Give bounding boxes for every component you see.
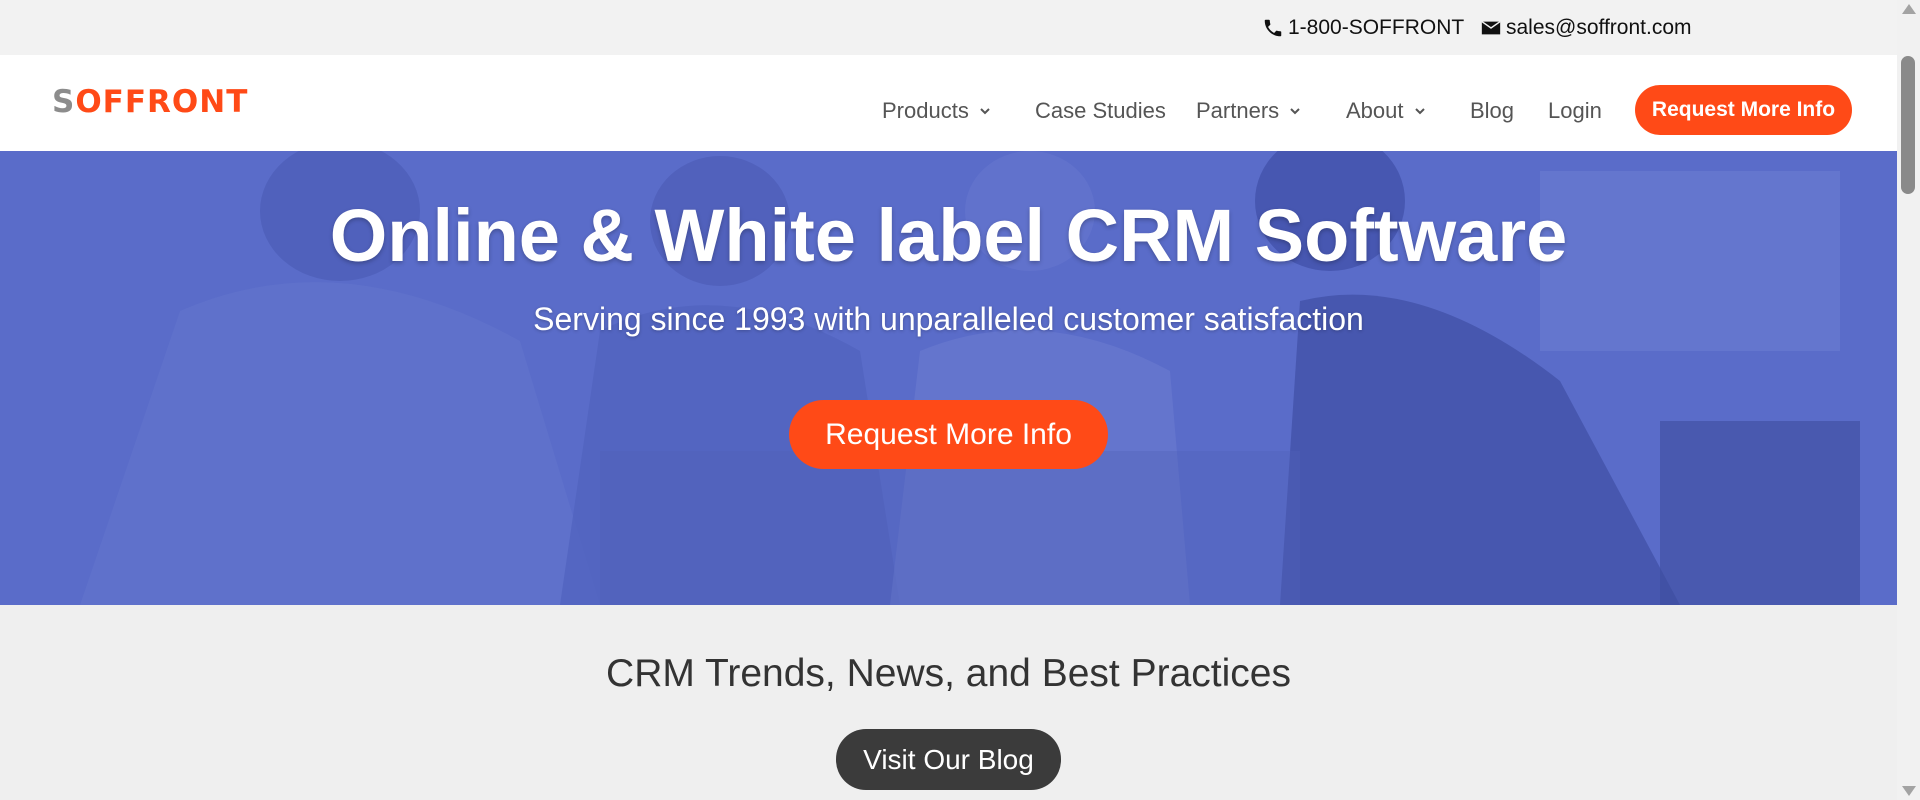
nav-about-label: About [1346, 98, 1404, 123]
scroll-up-arrow-icon[interactable] [1902, 4, 1916, 14]
nav-products-label: Products [882, 98, 969, 123]
nav-login-label: Login [1548, 98, 1602, 123]
scroll-down-arrow-icon[interactable] [1902, 786, 1916, 796]
email-link[interactable]: sales@soffront.com [1480, 16, 1692, 40]
page: 1-800-SOFFRONT sales@soffront.com SOFFRO… [0, 0, 1897, 800]
email-address: sales@soffront.com [1506, 16, 1692, 39]
nav-about[interactable]: About [1346, 98, 1426, 124]
phone-link[interactable]: 1-800-SOFFRONT [1262, 16, 1464, 40]
main-navigation: SOFFRONT Products Case Studies Partners … [0, 55, 1897, 151]
nav-request-info-button[interactable]: Request More Info [1635, 85, 1852, 135]
hero-subtitle: Serving since 1993 with unparalleled cus… [533, 301, 1364, 337]
nav-login[interactable]: Login [1548, 98, 1602, 124]
hero-request-info-button[interactable]: Request More Info [789, 400, 1108, 469]
logo-wordmark: OFFRONT [75, 84, 249, 120]
vertical-scrollbar[interactable] [1897, 0, 1920, 800]
soffront-logo[interactable]: SOFFRONT [52, 84, 249, 120]
envelope-icon [1481, 20, 1501, 35]
nav-products[interactable]: Products [882, 98, 991, 124]
logo-letter-s: S [52, 84, 76, 120]
visit-blog-button[interactable]: Visit Our Blog [836, 729, 1061, 790]
blog-section-heading: CRM Trends, News, and Best Practices [606, 652, 1291, 695]
chevron-down-icon [1290, 108, 1300, 115]
top-contact-bar: 1-800-SOFFRONT sales@soffront.com [0, 0, 1897, 55]
chevron-down-icon [980, 108, 990, 115]
phone-number: 1-800-SOFFRONT [1288, 16, 1465, 39]
nav-case-studies[interactable]: Case Studies [1035, 98, 1166, 124]
nav-partners[interactable]: Partners [1196, 98, 1301, 124]
hero-banner: Online & White label CRM Software Servin… [0, 151, 1897, 605]
nav-case-studies-label: Case Studies [1035, 98, 1166, 123]
nav-partners-label: Partners [1196, 98, 1280, 123]
chevron-down-icon [1414, 108, 1425, 115]
hero-title: Online & White label CRM Software [329, 194, 1568, 277]
phone-icon [1264, 19, 1282, 37]
nav-blog[interactable]: Blog [1470, 98, 1514, 124]
scrollbar-thumb[interactable] [1901, 56, 1915, 194]
nav-blog-label: Blog [1470, 98, 1515, 123]
